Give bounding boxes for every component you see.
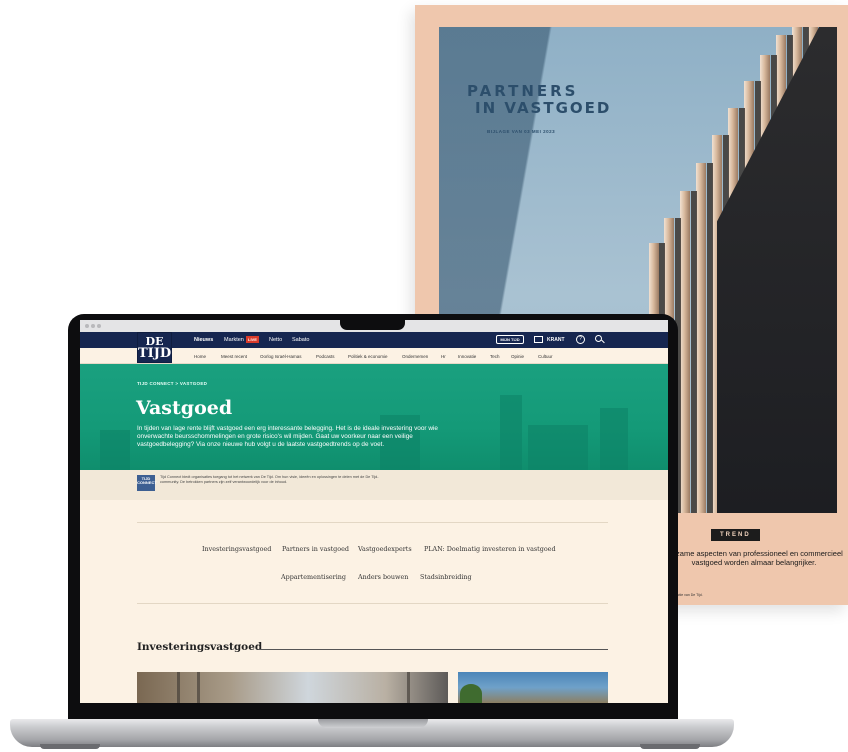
tijd-connect-logo: TIJD CONNECT xyxy=(137,475,157,491)
skyline-building xyxy=(600,408,628,470)
mijn-tijd-button[interactable]: MIJN TIJD xyxy=(496,335,524,344)
magazine-title-line2: IN VASTGOED xyxy=(475,99,612,118)
section-title-rule xyxy=(258,649,608,650)
article-card-image[interactable] xyxy=(458,672,608,703)
subnav-hr[interactable]: Hr xyxy=(441,354,446,359)
de-tijd-logo[interactable]: DE TIJD xyxy=(137,332,172,363)
divider xyxy=(137,522,608,523)
laptop-screen: DE TIJD Nieuws Markten LIVE Netto Sabato… xyxy=(80,320,668,703)
tag-investeringsvastgoed[interactable]: Investeringsvastgoed xyxy=(202,545,271,553)
window-close-dot[interactable] xyxy=(85,324,89,328)
subnav-cultuur[interactable]: Cultuur xyxy=(538,354,553,359)
facade-fin xyxy=(696,163,706,513)
subnav-meest-recent[interactable]: Meest recent xyxy=(221,354,247,359)
nav-sabato[interactable]: Sabato xyxy=(292,337,309,343)
tag-anders-bouwen[interactable]: Anders bouwen xyxy=(358,573,408,581)
tag-plan-doelmatig[interactable]: PLAN: Doelmatig investeren in vastgoed xyxy=(424,545,556,553)
magazine-lead: uurzame aspecten van professioneel en co… xyxy=(665,549,843,568)
article-card-image[interactable] xyxy=(137,672,448,703)
logo-bottom: TIJD xyxy=(138,346,172,361)
laptop-foot xyxy=(40,744,100,749)
laptop-foot xyxy=(640,744,700,749)
window-maximize-dot[interactable] xyxy=(97,324,101,328)
nav-markten[interactable]: Markten xyxy=(224,337,244,343)
subnav-opinie[interactable]: Opinie xyxy=(511,354,524,359)
tag-appartementisering[interactable]: Appartementisering xyxy=(281,573,346,581)
magazine-subtitle: BIJLAGE VAN 03 MEI 2023 xyxy=(487,129,556,134)
skyline-building xyxy=(528,425,588,470)
magazine-title-line1: PARTNERS xyxy=(467,82,579,100)
search-icon[interactable] xyxy=(595,335,602,342)
window-minimize-dot[interactable] xyxy=(91,324,95,328)
skyline-building xyxy=(500,395,522,470)
hero-intro-text: In tijden van lage rente blijft vastgoed… xyxy=(137,425,438,449)
breadcrumb[interactable]: TIJD CONNECT > VASTGOED xyxy=(137,381,207,386)
magazine-title: PARTNERS IN VASTGOED xyxy=(467,82,612,118)
facade-shadow xyxy=(707,163,713,513)
nav-nieuws[interactable]: Nieuws xyxy=(194,337,213,343)
tag-vastgoedexperts[interactable]: Vastgoedexperts xyxy=(358,545,412,553)
subnav-innovatie[interactable]: Innovatie xyxy=(458,354,476,359)
tag-partners-in-vastgoed[interactable]: Partners in vastgoed xyxy=(282,545,349,553)
skyline-building xyxy=(100,430,130,470)
section-title: Investeringsvastgoed xyxy=(137,641,263,653)
divider xyxy=(137,603,608,604)
image-detail xyxy=(197,672,200,703)
user-icon[interactable]: ? xyxy=(576,335,585,344)
laptop-notch xyxy=(340,318,405,330)
subnav-home[interactable]: Home xyxy=(194,354,206,359)
subnav-politiek[interactable]: Politiek & economie xyxy=(348,354,388,359)
page-title: Vastgoed xyxy=(136,397,233,419)
subnav-podcasts[interactable]: Podcasts xyxy=(316,354,335,359)
image-detail xyxy=(177,672,180,703)
laptop-hinge-notch xyxy=(318,719,428,728)
subnav-tech[interactable]: Tech xyxy=(490,354,500,359)
image-detail xyxy=(407,672,410,703)
facade-shadow xyxy=(691,191,697,513)
newspaper-icon[interactable] xyxy=(534,336,543,343)
nav-netto[interactable]: Netto xyxy=(269,337,282,343)
image-tree xyxy=(460,684,482,703)
subnav-ondernemen[interactable]: Ondernemen xyxy=(402,354,428,359)
tag-stadsinbreiding[interactable]: Stadsinbreiding xyxy=(420,573,472,581)
facade-fin xyxy=(680,191,690,513)
krant-link[interactable]: KRANT xyxy=(547,337,565,343)
tijd-connect-disclaimer: Tijd Connect biedt organisaties toegang … xyxy=(160,475,379,485)
logo-top: DE xyxy=(145,335,164,348)
trend-badge: TREND xyxy=(711,529,760,541)
live-badge: LIVE xyxy=(246,336,259,343)
subnav-oorlog[interactable]: Oorlog Israël-Hamas xyxy=(260,354,302,359)
